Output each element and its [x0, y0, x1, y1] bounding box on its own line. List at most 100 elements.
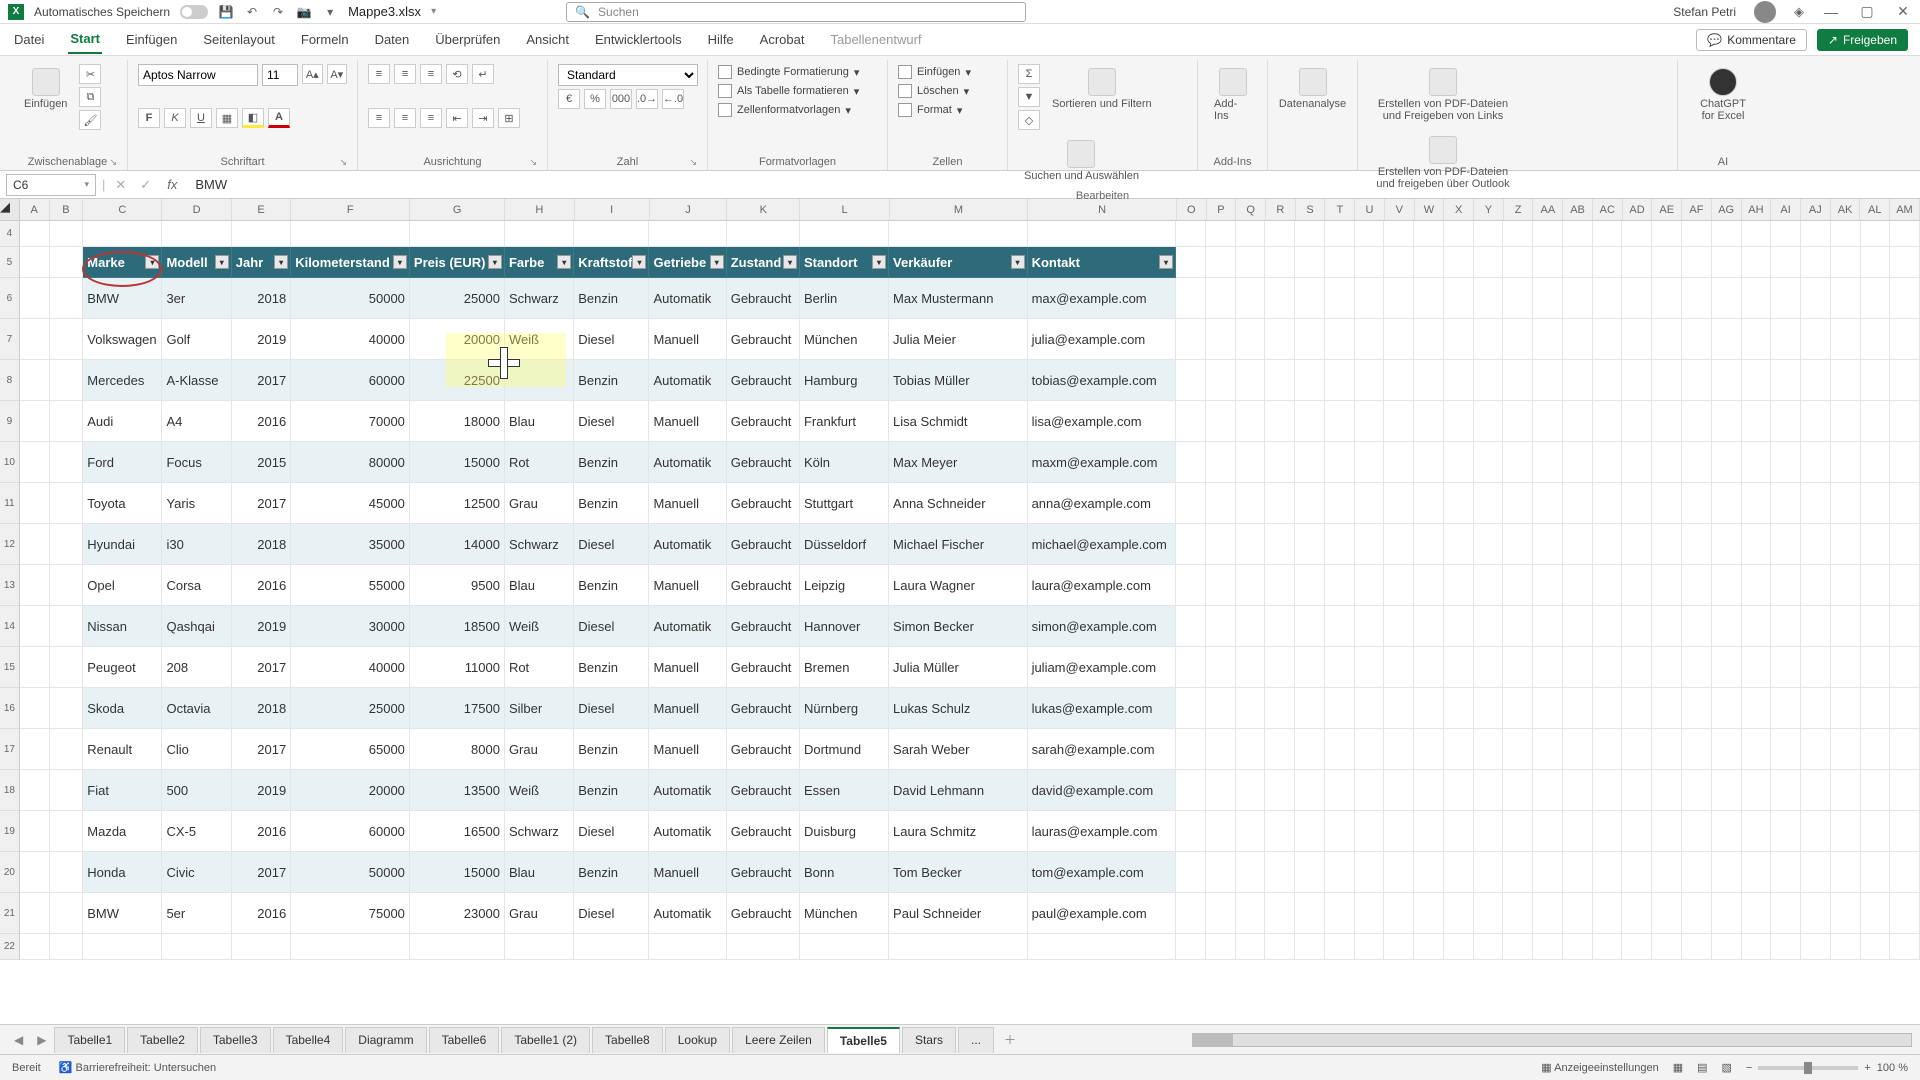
autosave-toggle[interactable]: [180, 5, 208, 19]
column-header[interactable]: AI: [1771, 199, 1801, 220]
zoom-out-button[interactable]: −: [1746, 1062, 1752, 1074]
cell[interactable]: Gebraucht: [727, 483, 800, 524]
format-as-table-button[interactable]: Als Tabelle formatieren▾: [718, 83, 877, 99]
cell[interactable]: [1801, 247, 1831, 278]
cell[interactable]: [1176, 247, 1206, 278]
cell[interactable]: [1176, 934, 1206, 960]
cell[interactable]: [1265, 688, 1295, 729]
cell[interactable]: [50, 729, 84, 770]
cell[interactable]: [20, 852, 50, 893]
cell[interactable]: [1444, 606, 1474, 647]
cell[interactable]: 50000: [291, 278, 410, 319]
cell[interactable]: [1563, 483, 1593, 524]
cell[interactable]: [1206, 729, 1236, 770]
cell[interactable]: [1801, 319, 1831, 360]
cell[interactable]: [1563, 688, 1593, 729]
column-header[interactable]: AG: [1712, 199, 1742, 220]
cell[interactable]: Corsa: [162, 565, 231, 606]
cell[interactable]: [1414, 934, 1444, 960]
cell[interactable]: München: [800, 319, 889, 360]
column-header[interactable]: F: [291, 199, 410, 220]
cell[interactable]: [1414, 442, 1444, 483]
cell[interactable]: [1236, 647, 1266, 688]
cell[interactable]: [50, 524, 84, 565]
cell[interactable]: [1265, 934, 1295, 960]
cell[interactable]: [1622, 729, 1652, 770]
cell[interactable]: Duisburg: [800, 811, 889, 852]
cell[interactable]: [1593, 221, 1623, 247]
cell[interactable]: 2017: [232, 647, 291, 688]
cell[interactable]: [20, 401, 50, 442]
cell[interactable]: 60000: [291, 811, 410, 852]
cell[interactable]: [1355, 893, 1385, 934]
cell[interactable]: [1652, 647, 1682, 688]
cell[interactable]: [1771, 852, 1801, 893]
cell[interactable]: [1831, 647, 1861, 688]
cell[interactable]: Nissan: [83, 606, 162, 647]
sort-filter-button[interactable]: Sortieren und Filtern: [1046, 64, 1158, 114]
cell[interactable]: [1652, 606, 1682, 647]
cell[interactable]: [1325, 688, 1355, 729]
cell[interactable]: [20, 934, 50, 960]
fill-button[interactable]: ▼: [1018, 87, 1040, 107]
select-all-button[interactable]: ◢: [0, 199, 20, 220]
cell[interactable]: [1742, 647, 1772, 688]
column-header[interactable]: T: [1325, 199, 1355, 220]
cell[interactable]: [20, 606, 50, 647]
cell[interactable]: [1265, 565, 1295, 606]
cell[interactable]: 17500: [410, 688, 505, 729]
cell[interactable]: [1265, 442, 1295, 483]
cell[interactable]: [1236, 893, 1266, 934]
cut-button[interactable]: ✂: [79, 64, 101, 84]
increase-indent-button[interactable]: ⇥: [472, 108, 494, 128]
cell[interactable]: michael@example.com: [1028, 524, 1176, 565]
cell[interactable]: Volkswagen: [83, 319, 162, 360]
cell[interactable]: [1474, 401, 1504, 442]
cell[interactable]: [1831, 360, 1861, 401]
cell[interactable]: [1236, 934, 1266, 960]
cell[interactable]: [50, 360, 84, 401]
cell[interactable]: Qashqai: [162, 606, 231, 647]
cell[interactable]: [1533, 934, 1563, 960]
cell[interactable]: 18000: [410, 401, 505, 442]
cell[interactable]: [20, 770, 50, 811]
cell[interactable]: [410, 934, 505, 960]
cell[interactable]: Gebraucht: [727, 647, 800, 688]
cell[interactable]: [1474, 483, 1504, 524]
cell[interactable]: [1325, 319, 1355, 360]
cell[interactable]: [1831, 606, 1861, 647]
align-bottom-button[interactable]: ≡: [420, 64, 442, 84]
cell[interactable]: Weiß: [505, 770, 574, 811]
cell[interactable]: [1533, 360, 1563, 401]
cell[interactable]: [1474, 442, 1504, 483]
column-header[interactable]: G: [410, 199, 505, 220]
cell[interactable]: 500: [162, 770, 231, 811]
cell[interactable]: [1652, 278, 1682, 319]
cell[interactable]: 45000: [291, 483, 410, 524]
cell[interactable]: [1682, 647, 1712, 688]
cell[interactable]: [1890, 278, 1920, 319]
cell[interactable]: [1414, 770, 1444, 811]
cell[interactable]: [1503, 360, 1533, 401]
cell[interactable]: [1861, 278, 1891, 319]
cell[interactable]: [1890, 647, 1920, 688]
cell[interactable]: [20, 688, 50, 729]
cell[interactable]: [1533, 483, 1563, 524]
cell[interactable]: Hamburg: [800, 360, 889, 401]
sheet-tab[interactable]: Tabelle1 (2): [501, 1027, 590, 1053]
cell[interactable]: [1742, 606, 1772, 647]
cell[interactable]: Benzin: [574, 647, 649, 688]
cell[interactable]: maxm@example.com: [1028, 442, 1176, 483]
cell[interactable]: 23000: [410, 893, 505, 934]
cell[interactable]: [50, 319, 84, 360]
cell[interactable]: [1593, 278, 1623, 319]
cell[interactable]: [1206, 401, 1236, 442]
cell[interactable]: [1622, 811, 1652, 852]
cell[interactable]: [1265, 221, 1295, 247]
cell[interactable]: [1474, 647, 1504, 688]
decrease-indent-button[interactable]: ⇤: [446, 108, 468, 128]
cell[interactable]: [1474, 688, 1504, 729]
orientation-button[interactable]: ⟲: [446, 64, 468, 84]
cell[interactable]: [1384, 401, 1414, 442]
cell[interactable]: [1533, 606, 1563, 647]
